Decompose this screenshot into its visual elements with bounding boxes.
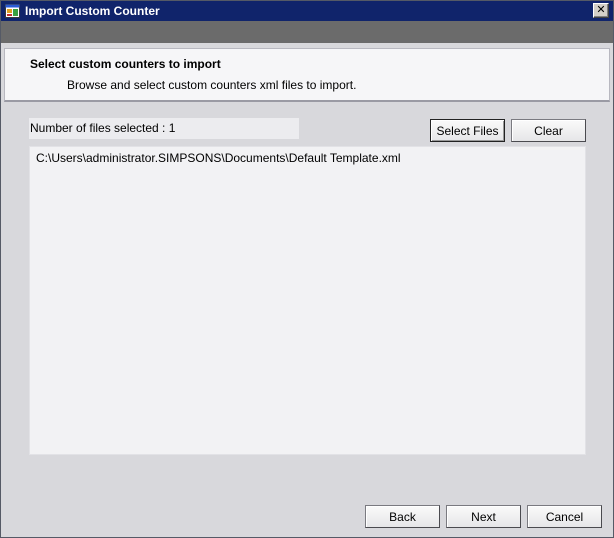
list-item[interactable]: C:\Users\administrator.SIMPSONS\Document… bbox=[36, 151, 401, 165]
close-icon: ✕ bbox=[596, 4, 606, 16]
cancel-button[interactable]: Cancel bbox=[527, 505, 602, 528]
selected-files-list[interactable]: C:\Users\administrator.SIMPSONS\Document… bbox=[29, 146, 586, 455]
import-custom-counter-window: Import Custom Counter ✕ Select custom co… bbox=[0, 0, 614, 538]
title-bar[interactable]: Import Custom Counter ✕ bbox=[1, 1, 613, 21]
clear-button[interactable]: Clear bbox=[511, 119, 586, 142]
window-app-icon bbox=[5, 4, 20, 18]
header-panel: Select custom counters to import Browse … bbox=[4, 48, 610, 102]
select-files-button[interactable]: Select Files bbox=[430, 119, 505, 142]
next-button[interactable]: Next bbox=[446, 505, 521, 528]
header-title: Select custom counters to import bbox=[30, 57, 221, 71]
close-button[interactable]: ✕ bbox=[593, 3, 609, 18]
files-selected-count: Number of files selected : 1 bbox=[29, 118, 299, 139]
header-subtitle: Browse and select custom counters xml fi… bbox=[67, 78, 357, 92]
back-button[interactable]: Back bbox=[365, 505, 440, 528]
menu-strip bbox=[1, 21, 613, 43]
window-title: Import Custom Counter bbox=[25, 4, 160, 18]
